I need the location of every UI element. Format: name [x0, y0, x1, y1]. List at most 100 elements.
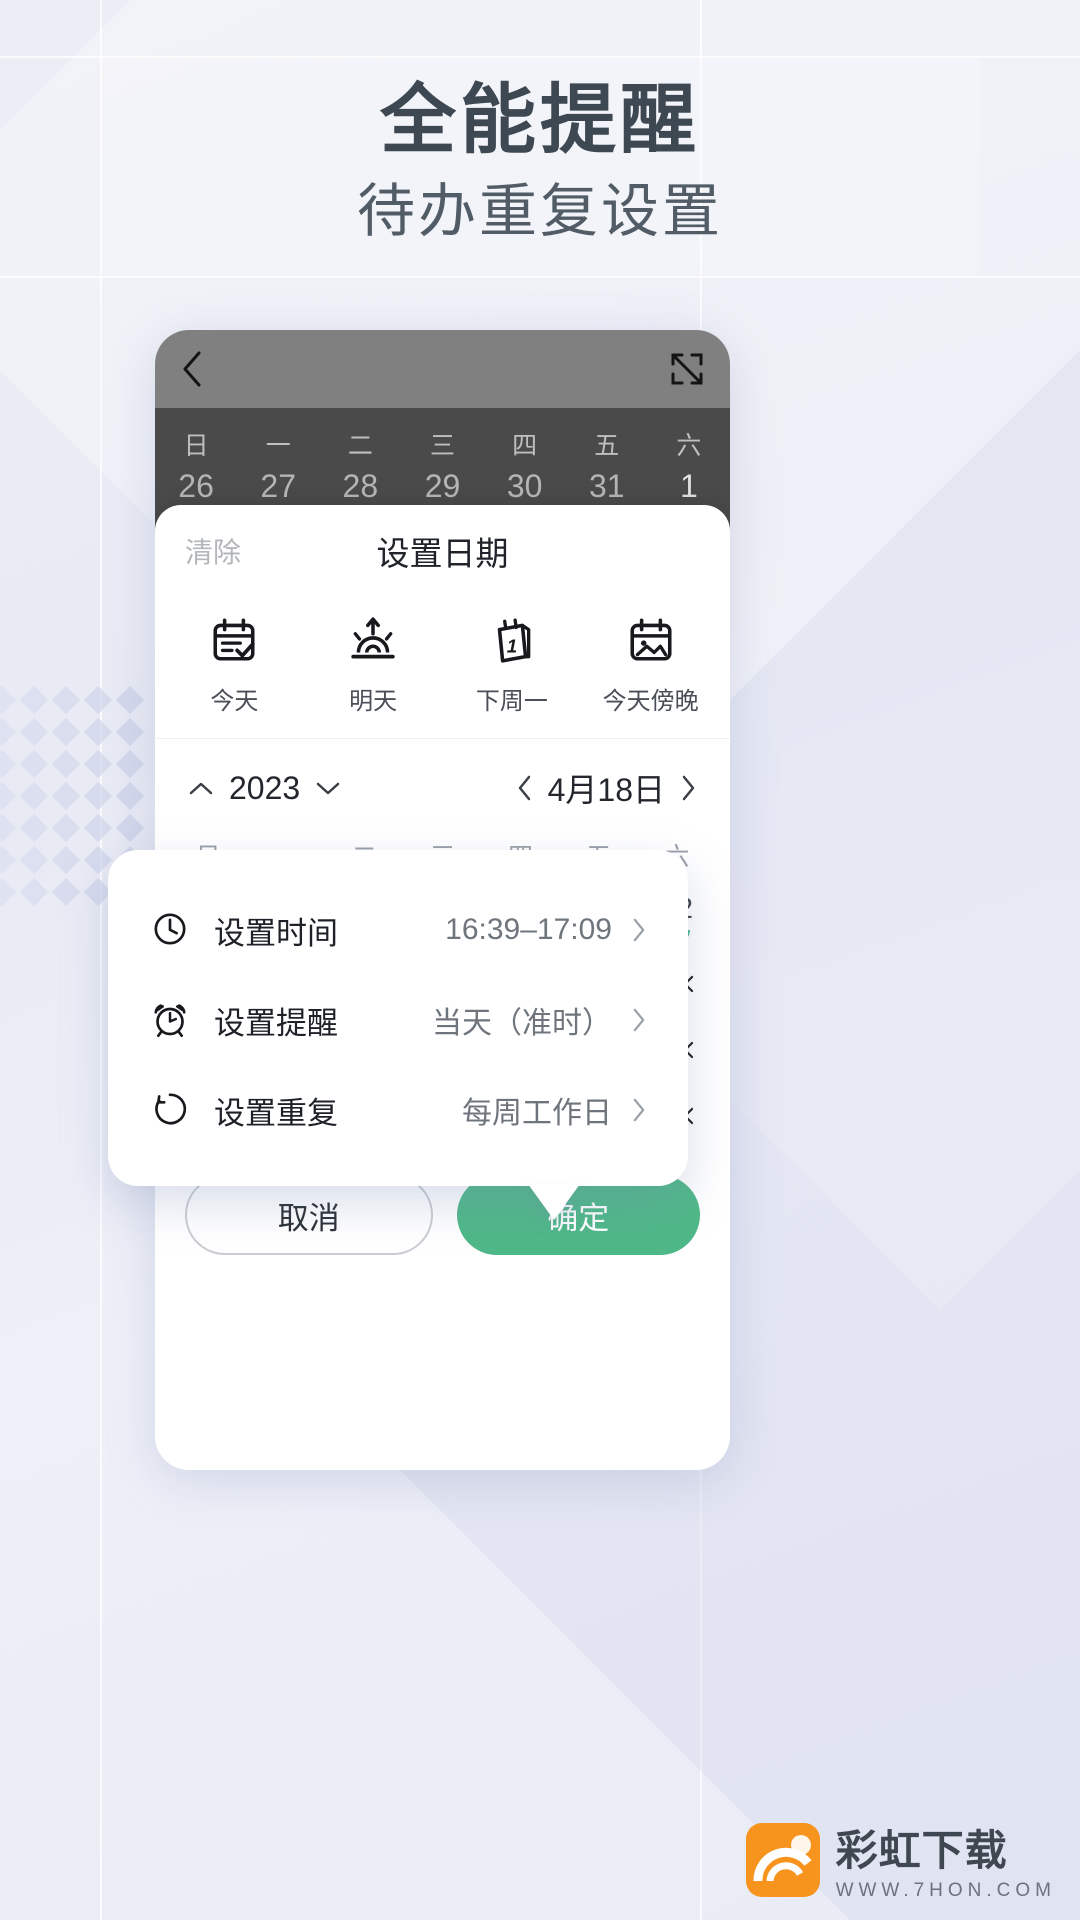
bg-dot — [51, 877, 81, 907]
quick-date-option-2[interactable]: 明天 — [304, 611, 443, 716]
bg-dot — [51, 749, 81, 779]
popup-tail — [528, 1184, 580, 1220]
quick-date-option-label: 今天 — [210, 688, 259, 715]
clear-button[interactable]: 清除 — [185, 531, 241, 571]
quick-date-option-label: 明天 — [349, 688, 398, 715]
settings-popup-card: 设置时间 16:39–17:09 设置提醒 当天（准时） 设置重复 每周工作日 — [108, 850, 688, 1220]
chevron-up-icon[interactable] — [189, 781, 213, 795]
quick-date-option-4[interactable]: 今天傍晚 — [581, 611, 720, 716]
popup-settings-row[interactable]: 设置时间 16:39–17:09 — [150, 894, 646, 966]
bg-dot — [0, 749, 17, 779]
chevron-right-icon[interactable] — [681, 775, 696, 801]
popup-settings-row-value: 当天（准时） — [432, 1007, 612, 1040]
bg-dot — [51, 685, 81, 715]
bg-dot — [51, 717, 81, 747]
bg-dot — [51, 813, 81, 843]
bg-dot — [0, 813, 17, 843]
dark-weekday-cell: 一 — [265, 432, 291, 460]
dark-date-number: 26 — [178, 468, 214, 504]
popup-settings-row-label: 设置重复 — [214, 1095, 338, 1131]
dark-weekday-cell: 日 — [183, 432, 209, 460]
year-month-selector: 2023 4月18日 — [155, 739, 730, 831]
bg-dot — [19, 685, 49, 715]
year-value: 2023 — [229, 769, 301, 806]
bg-dot — [83, 845, 113, 875]
calendar-evening-icon — [581, 611, 720, 669]
bg-dot — [19, 877, 49, 907]
bg-dot — [19, 845, 49, 875]
bg-dot — [83, 813, 113, 843]
bg-dot — [0, 877, 17, 907]
svg-text:1: 1 — [507, 636, 517, 657]
bg-dot — [115, 813, 145, 843]
bg-dot — [0, 845, 17, 875]
dark-date-number: 1 — [680, 468, 698, 504]
chevron-right-icon[interactable] — [632, 1098, 646, 1122]
quick-date-options: 今天 明天 1 下周一 今天傍晚 — [155, 597, 730, 739]
bg-dot — [83, 717, 113, 747]
expand-icon[interactable] — [670, 352, 704, 386]
bg-dot — [19, 749, 49, 779]
popup-row-list: 设置时间 16:39–17:09 设置提醒 当天（准时） 设置重复 每周工作日 — [150, 894, 646, 1146]
quick-date-option-1[interactable]: 今天 — [165, 611, 304, 716]
bg-dot — [115, 717, 145, 747]
bg-dot — [19, 717, 49, 747]
bg-dot — [51, 781, 81, 811]
dark-weekday-cell: 三 — [429, 432, 455, 460]
cancel-button[interactable]: 取消 — [185, 1175, 433, 1255]
dark-date-number: 31 — [588, 468, 625, 504]
phone-topbar — [155, 330, 730, 408]
popup-settings-row[interactable]: 设置重复 每周工作日 — [150, 1074, 646, 1146]
quick-date-option-3[interactable]: 1 下周一 — [443, 611, 582, 716]
bg-dot — [0, 717, 17, 747]
page-subtitle: 待办重复设置 — [356, 179, 723, 245]
watermark-text-block: 彩虹下载 WWW.7HON.COM — [836, 1817, 1056, 1902]
dark-date-number: 29 — [424, 468, 461, 504]
bg-dot — [0, 781, 17, 811]
bg-dot — [115, 749, 145, 779]
alarm-icon — [150, 999, 192, 1041]
repeat-icon — [150, 1089, 192, 1131]
page-title: 全能提醒 — [380, 78, 700, 163]
month-day-selector[interactable]: 4月18日 — [517, 765, 696, 811]
dark-date-number: 27 — [260, 468, 296, 504]
popup-settings-row-value: 16:39–17:09 — [445, 913, 612, 946]
quick-date-option-label: 今天傍晚 — [602, 688, 699, 715]
popup-settings-row-label: 设置提醒 — [214, 1005, 338, 1041]
sunrise-icon — [304, 611, 443, 669]
bg-dot — [83, 749, 113, 779]
chevron-right-icon[interactable] — [632, 918, 646, 942]
dark-date-number: 28 — [342, 468, 379, 504]
dark-weekday-cell: 五 — [594, 432, 620, 460]
watermark-url: WWW.7HON.COM — [835, 1880, 1056, 1901]
promo-headline-block: 全能提醒 待办重复设置 — [0, 78, 1080, 246]
calendar-check-icon — [165, 611, 304, 669]
bg-dot — [19, 813, 49, 843]
watermark: 彩虹下载 WWW.7HON.COM — [744, 1817, 1056, 1902]
bg-dot — [83, 685, 113, 715]
dark-weekday-cell: 六 — [676, 432, 702, 460]
sheet-header: 清除 设置日期 — [155, 505, 730, 597]
calendar-stand-icon: 1 — [443, 611, 582, 669]
chevron-left-icon[interactable] — [181, 350, 203, 388]
rainbow-logo-icon — [744, 1821, 822, 1899]
sheet-title: 设置日期 — [376, 535, 509, 572]
bg-grid-line-horizontal-top — [0, 56, 1080, 58]
dark-weekday-cell: 四 — [512, 432, 538, 460]
watermark-title: 彩虹下载 — [835, 1827, 1008, 1874]
clock-icon — [150, 909, 192, 951]
quick-date-option-label: 下周一 — [475, 688, 548, 715]
bg-grid-line-vertical-left — [100, 0, 102, 1920]
bg-grid-line-horizontal-bottom — [0, 276, 1080, 278]
popup-settings-row-label: 设置时间 — [214, 915, 338, 951]
dark-weekday-cell: 二 — [347, 432, 373, 460]
bg-dot — [115, 685, 145, 715]
bg-dot — [83, 781, 113, 811]
bg-dot — [0, 685, 17, 715]
chevron-right-icon[interactable] — [632, 1008, 646, 1032]
popup-settings-row[interactable]: 设置提醒 当天（准时） — [150, 984, 646, 1056]
chevron-left-icon[interactable] — [517, 775, 532, 801]
chevron-down-icon[interactable] — [316, 781, 340, 795]
bg-dot — [51, 845, 81, 875]
year-selector[interactable]: 2023 — [189, 770, 340, 807]
